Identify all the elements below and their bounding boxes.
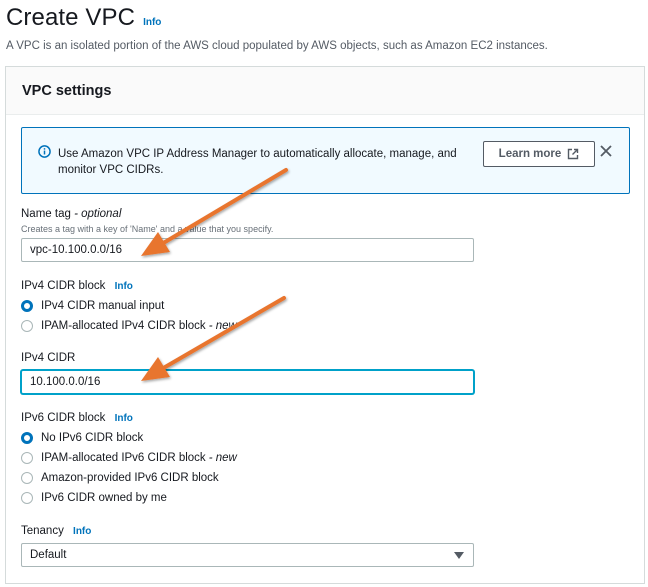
caret-down-icon	[454, 552, 464, 559]
tenancy-select[interactable]: Default	[21, 543, 474, 567]
radio-checked-icon	[21, 432, 33, 444]
name-tag-description: Creates a tag with a key of 'Name' and a…	[21, 224, 274, 234]
ipv6-ipam-allocated-radio[interactable]: IPAM-allocated IPv6 CIDR block - new	[21, 452, 237, 464]
ipv6-cidr-block-info-link[interactable]: Info	[115, 413, 133, 424]
ipv4-manual-input-radio[interactable]: IPv4 CIDR manual input	[21, 300, 164, 312]
ipv4-ipam-allocated-radio[interactable]: IPAM-allocated IPv4 CIDR block - new	[21, 320, 237, 332]
radio-new-badge: - new	[208, 320, 237, 332]
panel-header: VPC settings	[6, 67, 644, 115]
tenancy-info-link[interactable]: Info	[73, 526, 91, 537]
radio-new-badge: - new	[208, 452, 237, 464]
page-header: Create VPC Info	[6, 4, 161, 32]
radio-label: IPv6 CIDR owned by me	[41, 492, 167, 504]
alert-text: Use Amazon VPC IP Address Manager to aut…	[58, 148, 457, 176]
ipv6-cidr-block-label-text: IPv6 CIDR block	[21, 412, 106, 424]
tenancy-label-text: Tenancy	[21, 525, 64, 537]
page-info-link[interactable]: Info	[143, 17, 161, 28]
learn-more-button[interactable]: Learn more	[483, 141, 595, 167]
radio-unchecked-icon	[21, 472, 33, 484]
ipv6-cidr-block-label: IPv6 CIDR block Info	[21, 412, 133, 424]
radio-unchecked-icon	[21, 492, 33, 504]
learn-more-label: Learn more	[498, 148, 562, 160]
radio-label: IPAM-allocated IPv6 CIDR block	[41, 452, 206, 464]
ipv4-cidr-label: IPv4 CIDR	[21, 352, 76, 364]
external-link-icon	[568, 148, 579, 160]
ipv4-cidr-block-info-link[interactable]: Info	[115, 281, 133, 292]
tenancy-label: Tenancy Info	[21, 525, 91, 537]
ipv6-amazon-provided-radio[interactable]: Amazon-provided IPv6 CIDR block	[21, 472, 219, 484]
page-description: A VPC is an isolated portion of the AWS …	[6, 40, 548, 52]
ipv4-cidr-block-label-text: IPv4 CIDR block	[21, 280, 106, 292]
info-circle-icon	[38, 145, 51, 158]
radio-checked-icon	[21, 300, 33, 312]
ipv4-cidr-block-label: IPv4 CIDR block Info	[21, 280, 133, 292]
radio-label: No IPv6 CIDR block	[41, 432, 144, 444]
vpc-settings-panel: VPC settings Use Amazon VPC IP Address M…	[5, 66, 645, 584]
panel-title: VPC settings	[22, 82, 112, 99]
page-title: Create VPC	[6, 4, 136, 31]
radio-label: Amazon-provided IPv6 CIDR block	[41, 472, 219, 484]
ipam-info-alert: Use Amazon VPC IP Address Manager to aut…	[21, 127, 630, 194]
radio-unchecked-icon	[21, 320, 33, 332]
name-tag-optional: - optional	[74, 208, 122, 220]
radio-label: IPAM-allocated IPv4 CIDR block	[41, 320, 206, 332]
radio-label: IPv4 CIDR manual input	[41, 300, 165, 312]
name-tag-label: Name tag - optional	[21, 208, 121, 220]
tenancy-selected-value: Default	[30, 549, 67, 561]
name-tag-input[interactable]	[21, 238, 474, 262]
radio-unchecked-icon	[21, 452, 33, 464]
ipv6-none-radio[interactable]: No IPv6 CIDR block	[21, 432, 143, 444]
close-icon[interactable]	[598, 143, 614, 159]
name-tag-label-text: Name tag	[21, 208, 71, 220]
ipv4-cidr-input[interactable]	[21, 370, 474, 394]
ipv6-owned-by-me-radio[interactable]: IPv6 CIDR owned by me	[21, 492, 167, 504]
